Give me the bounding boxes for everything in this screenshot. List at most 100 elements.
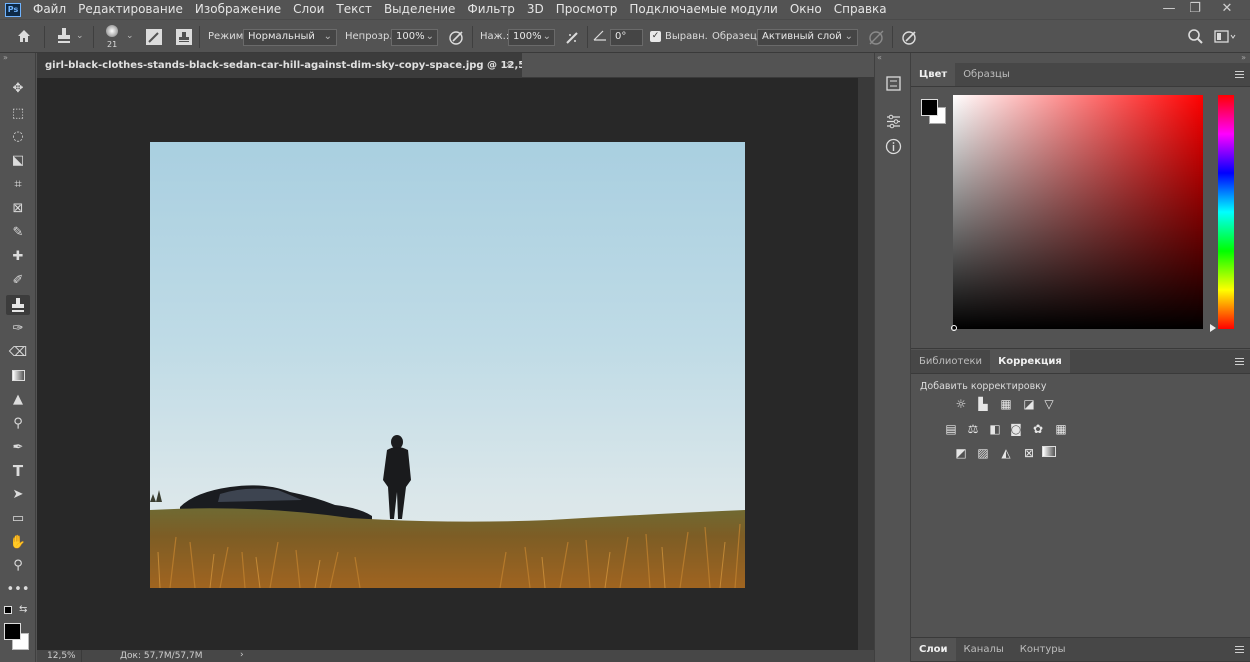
status-menu-arrow[interactable]: › [240, 650, 244, 660]
photo-filter-icon[interactable]: ◙ [1008, 422, 1024, 436]
airbrush-icon[interactable] [564, 29, 581, 46]
ignore-adjustment-layers-icon[interactable] [868, 29, 885, 46]
hue-slider-handle[interactable] [1210, 324, 1216, 332]
brush-tool-icon[interactable]: ✐ [6, 271, 30, 291]
menu-edit[interactable]: Редактирование [72, 0, 189, 19]
panel-menu-icon[interactable] [1235, 71, 1244, 78]
history-panel-icon[interactable] [885, 75, 902, 92]
vertical-scrollbar[interactable] [858, 78, 874, 650]
threshold-icon[interactable]: ◭ [998, 446, 1014, 460]
home-icon[interactable] [14, 27, 34, 47]
default-colors-icon[interactable] [4, 606, 12, 614]
channel-mixer-icon[interactable]: ✿ [1030, 422, 1046, 436]
menu-image[interactable]: Изображение [189, 0, 287, 19]
color-lookup-icon[interactable]: ▦ [1053, 422, 1069, 436]
gradient-tool-icon[interactable] [6, 366, 30, 386]
menu-3d[interactable]: 3D [521, 0, 550, 19]
swap-colors-icon[interactable]: ⇆ [19, 604, 27, 615]
document-tab[interactable]: girl-black-clothes-stands-black-sedan-ca… [37, 53, 522, 78]
hand-tool-icon[interactable]: ✋ [6, 533, 30, 553]
hue-slider[interactable] [1218, 95, 1234, 329]
chevron-down-icon[interactable]: ⌄ [126, 31, 134, 41]
type-tool-icon[interactable]: T [6, 461, 30, 481]
sample-select[interactable]: Активный слой ⌄ [757, 29, 858, 46]
opacity-field[interactable]: 100% ⌄ [391, 29, 438, 46]
path-selection-tool-icon[interactable]: ➤ [6, 485, 30, 505]
tab-color[interactable]: Цвет [911, 63, 956, 86]
dodge-tool-icon[interactable]: ⚲ [6, 414, 30, 434]
tab-layers[interactable]: Слои [911, 638, 956, 661]
eyedropper-tool-icon[interactable]: ✎ [6, 223, 30, 243]
tab-libraries[interactable]: Библиотеки [911, 350, 990, 373]
menu-file[interactable]: Файл [27, 0, 72, 19]
document-image[interactable] [150, 142, 745, 588]
brightness-contrast-icon[interactable]: ☼ [953, 397, 969, 411]
curves-icon[interactable]: ▦ [998, 397, 1014, 411]
edit-toolbar-icon[interactable]: ••• [6, 580, 30, 600]
gradient-map-icon[interactable] [1041, 446, 1057, 460]
panel-menu-icon[interactable] [1235, 646, 1244, 653]
selective-color-icon[interactable]: ⊠ [1021, 446, 1037, 460]
invert-icon[interactable]: ◩ [953, 446, 969, 460]
close-window-button[interactable]: ✕ [1214, 0, 1240, 19]
properties-panel-icon[interactable] [885, 113, 902, 130]
chevron-down-icon[interactable]: ⌄ [76, 31, 84, 41]
brush-preview-icon[interactable] [106, 25, 118, 37]
clone-stamp-tool-icon[interactable] [6, 295, 30, 315]
flow-field[interactable]: 100% ⌄ [508, 29, 555, 46]
pressure-size-icon[interactable] [901, 29, 918, 46]
clone-stamp-preset-icon[interactable] [55, 27, 73, 47]
healing-brush-tool-icon[interactable]: ✚ [6, 247, 30, 267]
brush-settings-icon[interactable] [146, 29, 162, 45]
frame-tool-icon[interactable]: ⊠ [6, 199, 30, 219]
menu-help[interactable]: Справка [828, 0, 893, 19]
color-balance-icon[interactable]: ⚖ [965, 422, 981, 436]
angle-field[interactable]: 0° [610, 29, 643, 46]
zoom-level[interactable]: 12,5% [47, 651, 76, 661]
pressure-opacity-icon[interactable] [448, 29, 465, 46]
color-picker-cursor[interactable] [951, 325, 957, 331]
blur-tool-icon[interactable]: ▲ [6, 390, 30, 410]
rectangle-tool-icon[interactable]: ▭ [6, 509, 30, 529]
posterize-icon[interactable]: ▨ [975, 446, 991, 460]
collapse-toolbar-icon[interactable]: » [3, 53, 8, 62]
zoom-tool-icon[interactable]: ⚲ [6, 556, 30, 576]
tab-channels[interactable]: Каналы [956, 638, 1012, 661]
foreground-color-chip[interactable] [921, 99, 938, 116]
minimize-button[interactable]: — [1156, 0, 1182, 19]
menu-type[interactable]: Текст [330, 0, 378, 19]
foreground-color-swatch[interactable] [4, 623, 21, 640]
aligned-checkbox[interactable]: ✓ [650, 31, 661, 42]
panel-menu-icon[interactable] [1235, 358, 1244, 365]
levels-icon[interactable]: ▙ [975, 397, 991, 411]
move-tool-icon[interactable]: ✥ [6, 79, 30, 99]
crop-tool-icon[interactable]: ⌗ [6, 175, 30, 195]
color-field[interactable] [953, 95, 1203, 329]
black-white-icon[interactable]: ◧ [987, 422, 1003, 436]
info-panel-icon[interactable] [885, 138, 902, 155]
search-icon[interactable] [1187, 28, 1204, 45]
history-brush-tool-icon[interactable]: ✑ [6, 319, 30, 339]
tab-swatches[interactable]: Образцы [955, 63, 1018, 86]
pen-tool-icon[interactable]: ✒ [6, 438, 30, 458]
tab-adjustments[interactable]: Коррекция [990, 350, 1070, 373]
menu-window[interactable]: Окно [784, 0, 828, 19]
mode-select[interactable]: Нормальный ⌄ [243, 29, 337, 46]
menu-layers[interactable]: Слои [287, 0, 330, 19]
menu-plugins[interactable]: Подключаемые модули [623, 0, 784, 19]
hue-saturation-icon[interactable]: ▤ [943, 422, 959, 436]
collapse-panels-icon[interactable]: « [877, 53, 882, 62]
menu-select[interactable]: Выделение [378, 0, 461, 19]
workspace-icon[interactable] [1214, 29, 1236, 44]
quick-select-tool-icon[interactable]: ⬕ [6, 151, 30, 171]
exposure-icon[interactable]: ◪ [1021, 397, 1037, 411]
lasso-tool-icon[interactable]: ◌ [6, 127, 30, 147]
tab-paths[interactable]: Контуры [1012, 638, 1074, 661]
clone-source-icon[interactable] [176, 29, 192, 45]
marquee-tool-icon[interactable]: ⬚ [6, 104, 30, 124]
menu-filter[interactable]: Фильтр [461, 0, 520, 19]
restore-button[interactable]: ❐ [1182, 0, 1208, 19]
eraser-tool-icon[interactable]: ⌫ [6, 343, 30, 363]
menu-view[interactable]: Просмотр [550, 0, 624, 19]
close-tab-icon[interactable]: × [505, 53, 513, 78]
